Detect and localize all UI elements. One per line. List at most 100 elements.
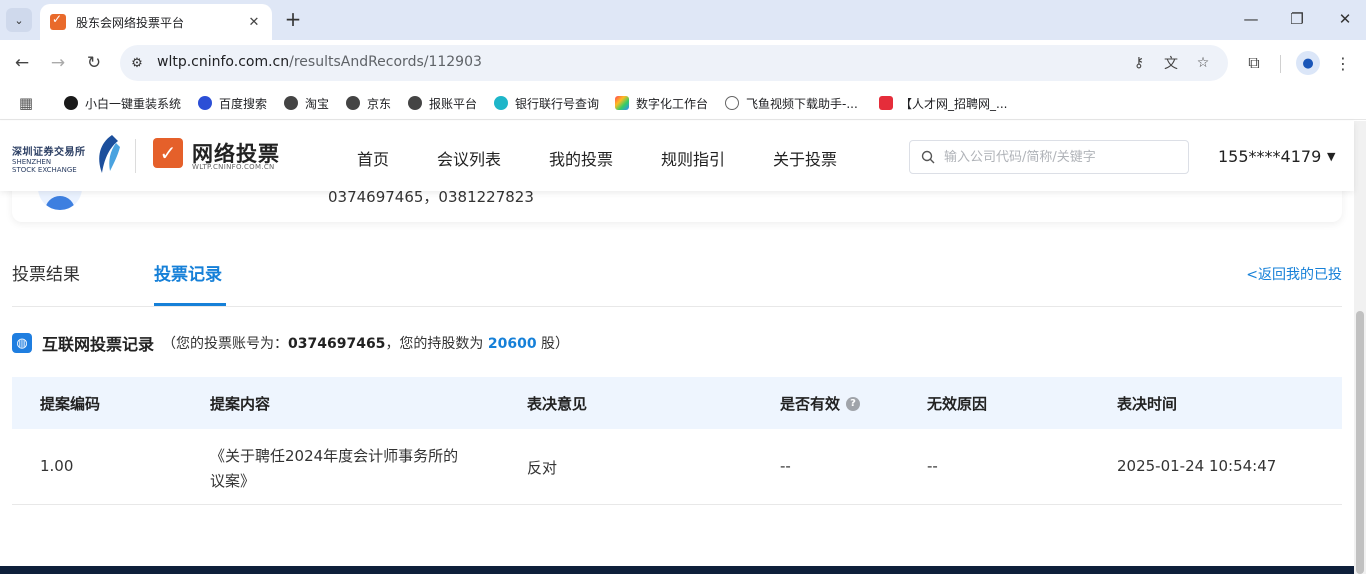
szse-logo[interactable]: 深圳证券交易所 SHENZHEN STOCK EXCHANGE — [12, 135, 120, 179]
col-proposal-code: 提案编码 — [40, 395, 101, 413]
site-info-icon[interactable]: ⚙ — [128, 54, 146, 72]
restore-icon[interactable]: ❐ — [1282, 8, 1312, 30]
tab-search-chevron-icon[interactable]: ⌄ — [6, 8, 32, 32]
site-header: 深圳证券交易所 SHENZHEN STOCK EXCHANGE ✓ 网络投票 WL… — [0, 121, 1354, 191]
reload-icon[interactable]: ↻ — [82, 52, 106, 74]
cell-reason: -- — [927, 457, 938, 475]
bookmark-label: 淘宝 — [305, 96, 330, 111]
bookmark-item[interactable]: 报账平台 — [408, 93, 477, 113]
bookmark-label: 百度搜索 — [219, 96, 268, 111]
table-row: 1.00 《关于聘任2024年度会计师事务所的议案》 反对 -- -- 2025… — [12, 429, 1342, 505]
globe-icon: ◍ — [12, 333, 32, 353]
browser-menu-icon[interactable]: ⋮ — [1332, 52, 1354, 74]
szse-name-en: SHENZHEN STOCK EXCHANGE — [12, 158, 77, 174]
bookmark-label: 银行联行号查询 — [515, 96, 600, 111]
user-account[interactable]: 155****4179 — [1218, 147, 1321, 166]
bookmark-item[interactable]: 小白一键重装系统 — [64, 93, 181, 113]
globe-icon — [284, 96, 298, 110]
szse-emblem-icon — [99, 135, 120, 173]
shares-suffix: 股） — [536, 336, 570, 352]
col-proposal-content: 提案内容 — [210, 395, 271, 413]
toolbar-divider — [1280, 55, 1281, 73]
password-key-icon[interactable]: ⚷ — [1129, 54, 1149, 72]
help-question-icon[interactable]: ? — [846, 396, 861, 411]
scrollbar-thumb[interactable] — [1356, 311, 1364, 574]
bookmark-favicon-icon — [198, 96, 212, 110]
nav-home[interactable]: 首页 — [357, 146, 389, 170]
col-valid: 是否有效? — [780, 393, 861, 414]
szse-name-cn: 深圳证券交易所 — [12, 147, 86, 158]
url-text[interactable]: wltp.cninfo.com.cn/resultsAndRecords/112… — [157, 54, 482, 70]
bookmark-label: 报账平台 — [429, 96, 478, 111]
szse-name-en-line2: STOCK EXCHANGE — [12, 166, 77, 174]
cell-opinion: 反对 — [527, 459, 558, 477]
bookmark-item[interactable]: 京东 — [346, 93, 391, 113]
caret-down-icon[interactable]: ▼ — [1327, 150, 1335, 163]
section-title: 互联网投票记录 — [42, 335, 155, 354]
tab-close-icon[interactable]: ✕ — [244, 12, 264, 32]
forward-arrow-icon[interactable]: → — [46, 52, 70, 74]
page-scrollbar[interactable] — [1354, 121, 1366, 574]
bookmark-item[interactable]: 数字化工作台 — [615, 93, 708, 113]
col-invalid-reason: 无效原因 — [927, 395, 988, 413]
account-prefix: （您的投票账号为： — [162, 336, 289, 352]
active-tab-indicator — [154, 303, 226, 306]
bookmark-item[interactable]: 银行联行号查询 — [494, 93, 599, 113]
table-header: 提案编码 提案内容 表决意见 是否有效? 无效原因 表决时间 — [12, 377, 1342, 429]
new-tab-icon[interactable]: + — [282, 7, 304, 31]
col-valid-label: 是否有效 — [780, 395, 841, 413]
profile-avatar-icon[interactable]: ● — [1296, 51, 1320, 75]
browser-toolbar: ← → ↻ ⚙ wltp.cninfo.com.cn/resultsAndRec… — [0, 40, 1366, 86]
share-count: 20600 — [487, 336, 537, 352]
browser-tab-bar: ⌄ 股东会网络投票平台 ✕ + — ❐ ✕ — [0, 0, 1366, 40]
bookmark-star-icon[interactable]: ☆ — [1193, 54, 1213, 72]
url-host: wltp.cninfo.com.cn — [157, 54, 290, 70]
browser-tab[interactable]: 股东会网络投票平台 ✕ — [40, 4, 272, 40]
bookmark-label: 【人才网_招聘网_... — [900, 96, 1008, 111]
cloud-icon — [725, 96, 739, 110]
apps-grid-icon[interactable]: ▦ — [17, 94, 35, 112]
bookmark-item[interactable]: 飞鱼视频下载助手-... — [725, 93, 858, 113]
nav-my-votes[interactable]: 我的投票 — [549, 146, 613, 170]
bookmark-label: 小白一键重装系统 — [85, 96, 182, 111]
bookmark-label: 数字化工作台 — [636, 96, 709, 111]
search-box[interactable] — [909, 140, 1189, 174]
url-path: /resultsAndRecords/112903 — [289, 54, 482, 70]
globe-icon — [408, 96, 422, 110]
bookmark-label: 飞鱼视频下载助手-... — [746, 96, 858, 111]
search-input[interactable] — [944, 147, 1180, 167]
section-header: ◍ 互联网投票记录 （您的投票账号为：0374697465，您的持股数为 206… — [12, 330, 569, 356]
address-bar[interactable]: ⚙ wltp.cninfo.com.cn/resultsAndRecords/1… — [120, 45, 1228, 81]
bookmark-item[interactable]: 百度搜索 — [198, 93, 267, 113]
col-opinion: 表决意见 — [527, 395, 588, 413]
bookmark-favicon-icon — [494, 96, 508, 110]
search-icon — [920, 149, 936, 165]
bookmark-item[interactable]: 【人才网_招聘网_... — [879, 93, 1007, 113]
globe-icon — [346, 96, 360, 110]
header-divider — [135, 139, 136, 173]
col-vote-time: 表决时间 — [1117, 395, 1178, 413]
bookmarks-bar: ▦ 小白一键重装系统 百度搜索 淘宝 京东 报账平台 银行联行号查询 数字化工作… — [0, 86, 1366, 120]
vote-records-table: 提案编码 提案内容 表决意见 是否有效? 无效原因 表决时间 1.00 《关于聘… — [12, 377, 1342, 505]
cell-content: 《关于聘任2024年度会计师事务所的议案》 — [210, 447, 459, 490]
translate-icon[interactable]: 文 — [1161, 54, 1181, 72]
extensions-icon[interactable]: ⧉ — [1243, 52, 1265, 74]
nav-about[interactable]: 关于投票 — [773, 146, 837, 170]
nav-meeting-list[interactable]: 会议列表 — [437, 146, 501, 170]
tab-vote-records[interactable]: 投票记录 — [154, 260, 222, 285]
vote-logo-icon[interactable]: ✓ — [153, 138, 183, 168]
voting-account: 0374697465 — [288, 336, 386, 352]
bookmark-favicon-icon — [879, 96, 893, 110]
nav-rules[interactable]: 规则指引 — [661, 146, 725, 170]
page-footer — [0, 566, 1354, 574]
cell-code: 1.00 — [40, 457, 74, 475]
shares-prefix: ，您的持股数为 — [385, 336, 488, 352]
bookmark-item[interactable]: 淘宝 — [284, 93, 329, 113]
minimize-icon[interactable]: — — [1236, 8, 1266, 30]
back-to-my-votes-link[interactable]: <返回我的已投 — [1246, 264, 1342, 284]
tab-vote-results[interactable]: 投票结果 — [12, 260, 80, 285]
content-tabs: 投票结果 投票记录 <返回我的已投 — [12, 248, 1342, 307]
site-favicon-icon — [50, 12, 66, 30]
close-window-icon[interactable]: ✕ — [1330, 8, 1360, 30]
back-arrow-icon[interactable]: ← — [10, 52, 34, 74]
